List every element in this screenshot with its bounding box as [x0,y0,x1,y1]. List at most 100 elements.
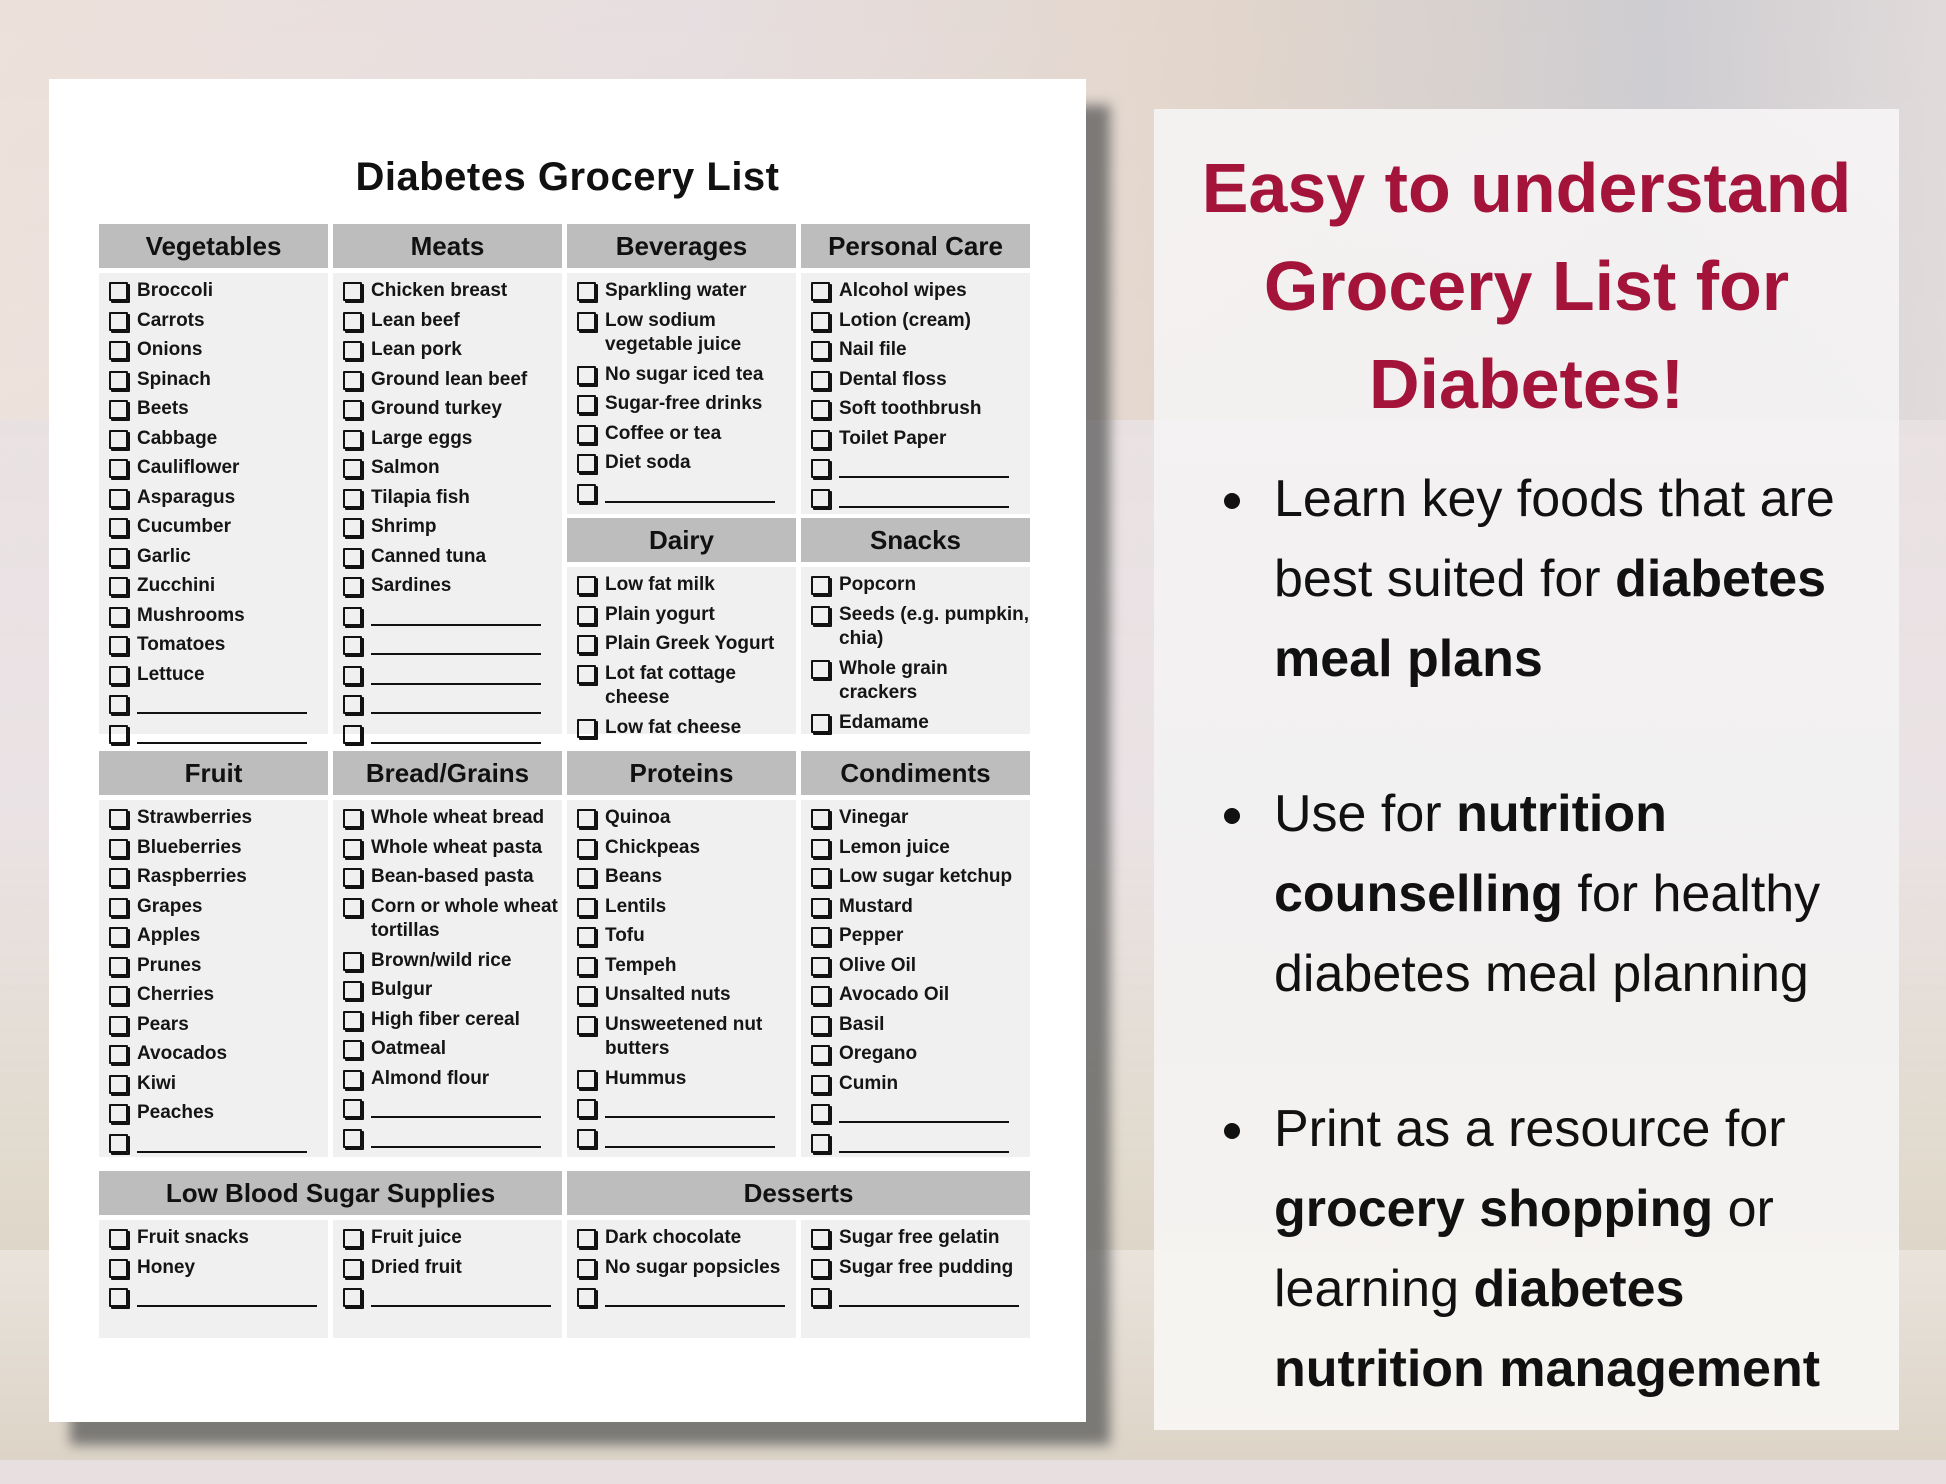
checkbox-icon[interactable] [577,986,596,1005]
list-item[interactable]: Apples [107,924,328,949]
list-item[interactable] [341,1285,562,1310]
blank-write-in-line[interactable] [137,692,307,714]
blank-write-in-line[interactable] [371,1096,541,1118]
list-item[interactable]: Coffee or tea [575,422,796,447]
list-item[interactable]: Hummus [575,1067,796,1092]
checkbox-icon[interactable] [343,459,362,478]
checkbox-icon[interactable] [577,365,596,385]
list-item[interactable]: Edamame [809,711,1030,736]
list-item[interactable]: Cabbage [107,427,328,452]
checkbox-icon[interactable] [343,1128,362,1148]
checkbox-icon[interactable] [109,1258,128,1278]
list-item[interactable] [107,692,328,717]
checkbox-icon[interactable] [343,1258,362,1278]
checkbox-icon[interactable] [109,606,128,626]
list-item[interactable]: Spinach [107,368,328,393]
list-item[interactable]: Seeds (e.g. pumpkin, chia) [809,603,1030,652]
checkbox-icon[interactable] [811,1258,830,1278]
list-item[interactable]: Lemon juice [809,836,1030,861]
checkbox-icon[interactable] [343,724,362,744]
checkbox-icon[interactable] [577,956,596,976]
blank-write-in-line[interactable] [839,1285,1019,1307]
list-item[interactable]: Toilet Paper [809,427,1030,452]
list-item[interactable] [575,481,796,506]
blank-write-in-line[interactable] [137,1131,307,1153]
checkbox-icon[interactable] [811,927,830,946]
checkbox-icon[interactable] [577,635,596,654]
blank-write-in-line[interactable] [605,1096,775,1118]
checkbox-icon[interactable] [109,311,128,331]
checkbox-icon[interactable] [109,1104,128,1123]
checkbox-icon[interactable] [343,577,362,596]
checkbox-icon[interactable] [811,1133,830,1153]
list-item[interactable]: Peaches [107,1101,328,1126]
list-item[interactable]: Beets [107,397,328,422]
list-item[interactable] [809,1285,1030,1310]
list-item[interactable] [341,1126,562,1151]
list-item[interactable] [107,1285,328,1310]
list-item[interactable]: Salmon [341,456,562,481]
list-item[interactable]: No sugar iced tea [575,363,796,388]
checkbox-icon[interactable] [109,577,128,596]
checkbox-icon[interactable] [343,341,362,360]
checkbox-icon[interactable] [109,1288,128,1307]
checkbox-icon[interactable] [811,659,830,679]
list-item[interactable]: Tomatoes [107,633,328,658]
checkbox-icon[interactable] [343,400,362,419]
checkbox-icon[interactable] [577,868,596,887]
blank-write-in-line[interactable] [371,633,541,655]
list-item[interactable]: Soft toothbrush [809,397,1030,422]
checkbox-icon[interactable] [577,282,596,301]
checkbox-icon[interactable] [109,488,128,508]
checkbox-icon[interactable] [811,986,830,1005]
checkbox-icon[interactable] [811,400,830,419]
list-item[interactable]: High fiber cereal [341,1008,562,1033]
list-item[interactable]: Ground lean beef [341,368,562,393]
checkbox-icon[interactable] [811,1074,830,1094]
blank-write-in-line[interactable] [371,663,541,685]
list-item[interactable]: Onions [107,338,328,363]
checkbox-icon[interactable] [109,518,128,537]
checkbox-icon[interactable] [811,868,830,887]
list-item[interactable]: Brown/wild rice [341,949,562,974]
checkbox-icon[interactable] [109,724,128,744]
checkbox-icon[interactable] [109,636,128,655]
checkbox-icon[interactable] [577,424,596,444]
checkbox-icon[interactable] [109,695,128,714]
list-item[interactable]: Low sodium vegetable juice [575,309,796,358]
list-item[interactable]: Garlic [107,545,328,570]
list-item[interactable]: Basil [809,1013,1030,1038]
checkbox-icon[interactable] [577,838,596,858]
checkbox-icon[interactable] [109,868,128,887]
checkbox-icon[interactable] [577,454,596,473]
list-item[interactable]: Sugar-free drinks [575,392,796,417]
list-item[interactable] [107,1131,328,1156]
list-item[interactable]: Chicken breast [341,279,562,304]
blank-write-in-line[interactable] [605,481,775,503]
list-item[interactable]: Dark chocolate [575,1226,796,1251]
list-item[interactable]: Low fat cheese [575,716,796,741]
list-item[interactable]: Tilapia fish [341,486,562,511]
list-item[interactable]: Dental floss [809,368,1030,393]
checkbox-icon[interactable] [343,1229,362,1248]
blank-write-in-line[interactable] [371,1126,541,1148]
list-item[interactable]: Nail file [809,338,1030,363]
checkbox-icon[interactable] [343,1010,362,1030]
checkbox-icon[interactable] [343,282,362,301]
checkbox-icon[interactable] [109,459,128,478]
checkbox-icon[interactable] [577,1128,596,1148]
checkbox-icon[interactable] [343,1069,362,1089]
checkbox-icon[interactable] [109,838,128,858]
blank-write-in-line[interactable] [137,722,307,744]
checkbox-icon[interactable] [811,576,830,595]
list-item[interactable]: Oregano [809,1042,1030,1067]
checkbox-icon[interactable] [811,956,830,976]
list-item[interactable]: Carrots [107,309,328,334]
checkbox-icon[interactable] [577,1258,596,1278]
checkbox-icon[interactable] [109,282,128,301]
blank-write-in-line[interactable] [839,486,1009,508]
list-item[interactable]: Bulgur [341,978,562,1003]
checkbox-icon[interactable] [577,1099,596,1118]
checkbox-icon[interactable] [811,838,830,858]
list-item[interactable]: Grapes [107,895,328,920]
